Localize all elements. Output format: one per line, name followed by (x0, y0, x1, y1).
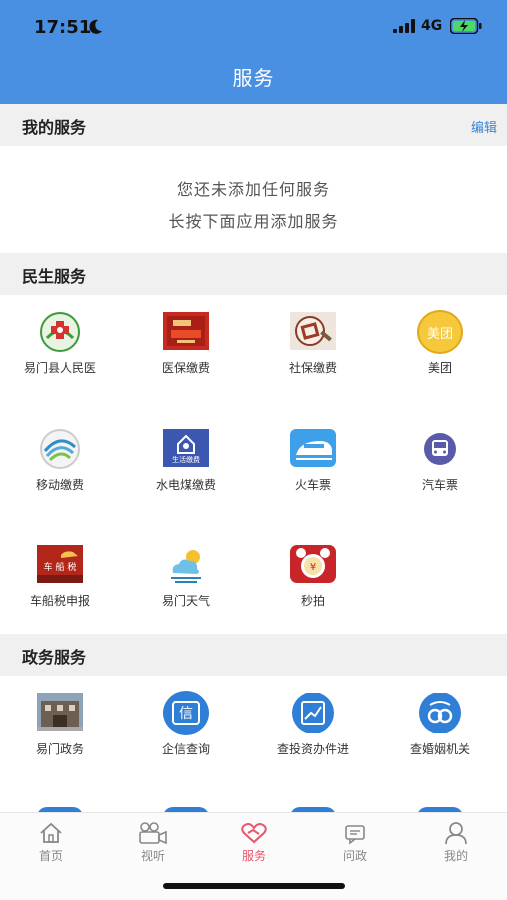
tab-home[interactable]: 首页 (1, 821, 101, 864)
service-label: 医保缴费 (161, 361, 210, 375)
service-label: 易门县人民医 (23, 361, 96, 375)
service-label: 水电煤缴费 (155, 478, 216, 492)
service-tile-medical-insurance[interactable]: 医保缴费 (123, 312, 249, 376)
network-type: 4G (421, 18, 443, 34)
vehicle-tax-icon: 车 船 税 (37, 545, 83, 585)
my-services-title: 我的服务 (22, 118, 87, 137)
meituan-icon-text: 美团 (426, 327, 453, 342)
page-title: 服务 (232, 66, 275, 90)
service-label: 易门天气 (161, 594, 210, 608)
tab-label: 问政 (342, 849, 367, 863)
video-camera-icon (139, 822, 167, 845)
bus-icon (417, 429, 463, 469)
tab-inquiry[interactable]: 问政 (305, 821, 405, 864)
china-mobile-icon (37, 429, 83, 469)
service-label: 企信查询 (161, 742, 210, 756)
empty-hint-line1: 您还未添加任何服务 (176, 180, 330, 199)
my-services-header: 我的服务 编辑 (0, 104, 507, 146)
service-tile-bus-ticket[interactable]: 汽车票 (377, 429, 503, 493)
tab-video[interactable]: 视听 (103, 821, 203, 864)
meituan-icon: 美团 (417, 310, 463, 354)
tab-label: 我的 (443, 849, 468, 863)
livelihood-services-header: 民生服务 (0, 253, 507, 295)
service-tile-marriage-office[interactable]: 查婚姻机关 (377, 692, 503, 757)
investment-icon (290, 692, 336, 734)
status-time: 17:51 (34, 17, 92, 38)
government-services-title: 政务服务 (22, 648, 87, 667)
hospital-logo-icon (37, 312, 83, 352)
person-icon (445, 822, 467, 845)
utilities-icon-text: 生活缴费 (172, 456, 200, 464)
government-services-header: 政务服务 (0, 634, 507, 676)
home-icon (40, 822, 62, 843)
tab-mine[interactable]: 我的 (406, 821, 506, 864)
train-icon (290, 429, 336, 469)
signal-icon (393, 19, 415, 33)
empty-hint-line2: 长按下面应用添加服务 (168, 212, 339, 231)
home-indicator (163, 883, 345, 889)
service-tile-investment-progress[interactable]: 查投资办件进 (250, 692, 376, 757)
medical-insurance-icon (163, 312, 209, 352)
marriage-icon (417, 692, 463, 734)
service-tile-utilities[interactable]: 生活缴费 水电煤缴费 (123, 429, 249, 493)
service-heart-icon (241, 823, 267, 844)
service-label: 易门政务 (35, 742, 84, 756)
service-label: 秒拍 (300, 594, 325, 608)
utilities-icon: 生活缴费 (163, 429, 209, 469)
message-icon (345, 825, 365, 845)
service-tile-social-security[interactable]: 社保缴费 (250, 312, 376, 376)
social-security-icon (290, 312, 336, 352)
service-tile-vehicle-tax[interactable]: 车 船 税 车船税申报 (0, 545, 123, 609)
tab-label: 服务 (241, 849, 266, 863)
moon-icon (89, 19, 102, 34)
tab-label: 视听 (140, 849, 165, 863)
service-label: 社保缴费 (288, 361, 337, 375)
service-label: 车船税申报 (29, 594, 90, 608)
government-building-icon (37, 693, 83, 733)
service-label: 移动缴费 (35, 478, 84, 492)
credit-icon: 信 (163, 691, 209, 735)
header-bar: 17:51 4G 服务 (0, 0, 507, 104)
tab-label: 首页 (38, 849, 63, 863)
service-tile-credit-query[interactable]: 信 企信查询 (123, 691, 249, 757)
svg-text:¥: ¥ (310, 562, 316, 573)
credit-icon-text: 信 (179, 706, 193, 722)
service-label: 查投资办件进 (276, 742, 349, 756)
service-tile-hospital[interactable]: 易门县人民医 (0, 312, 123, 376)
weather-icon (163, 545, 209, 585)
service-label: 火车票 (294, 478, 331, 492)
alarm-clock-icon: ¥ (290, 545, 336, 585)
service-tile-miaopai[interactable]: ¥ 秒拍 (250, 545, 376, 609)
service-label: 查婚姻机关 (409, 742, 470, 756)
service-label: 美团 (427, 361, 452, 375)
service-tile-mobile-payment[interactable]: 移动缴费 (0, 429, 123, 493)
service-tile-meituan[interactable]: 美团 美团 (377, 310, 503, 376)
service-label: 汽车票 (421, 478, 458, 492)
service-tile-train-ticket[interactable]: 火车票 (250, 429, 376, 493)
battery-charging-icon (450, 18, 482, 34)
vehicle-tax-icon-text: 车 船 税 (43, 563, 77, 573)
livelihood-services-title: 民生服务 (22, 267, 87, 286)
tab-service[interactable]: 服务 (204, 821, 304, 864)
service-tile-weather[interactable]: 易门天气 (123, 545, 249, 609)
status-bar: 17:51 4G (0, 0, 507, 56)
service-tile-yimen-government[interactable]: 易门政务 (0, 693, 123, 757)
edit-button[interactable]: 编辑 (471, 117, 497, 136)
